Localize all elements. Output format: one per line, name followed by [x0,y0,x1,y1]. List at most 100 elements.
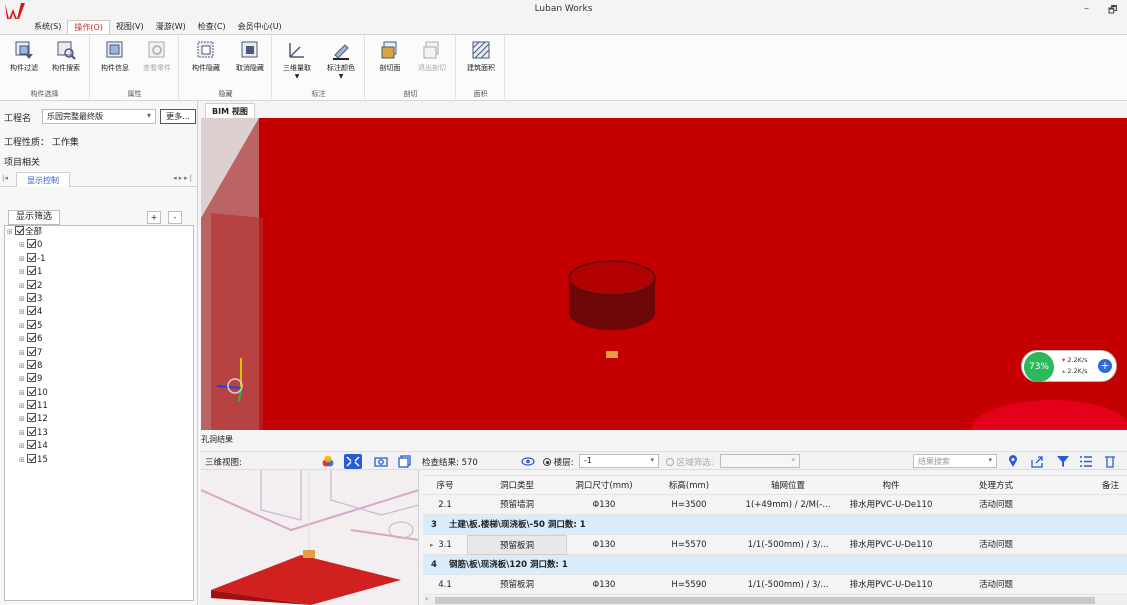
tree-expand-icon[interactable]: ⊞ [19,454,27,467]
region-select[interactable]: ▾ [720,454,800,468]
3d-measure-button[interactable]: 三维量取 ▼ [277,39,317,80]
tree-item-floor[interactable]: ⊞ -1 [5,252,193,266]
header-col-component[interactable]: 构件 [839,476,943,496]
minimize-button[interactable]: – [1084,3,1089,14]
export-icon[interactable] [1030,455,1044,468]
section-plane-button[interactable]: 剖切面 [370,39,410,73]
tree-checkbox[interactable] [27,359,36,369]
cell-note[interactable] [1049,575,1127,595]
tab-bim-view[interactable]: BIM 视图 [205,103,255,119]
tree-checkbox[interactable] [27,279,36,289]
cell-handling[interactable]: 活动问题 [943,535,1049,555]
cell-handling[interactable]: 活动问题 [943,495,1049,515]
cell-axis-position[interactable]: 1/1(-500mm) / 3/... [737,575,839,595]
tree-item-floor[interactable]: ⊞ 2 [5,279,193,293]
tree-checkbox[interactable] [15,226,24,235]
tree-checkbox[interactable] [27,346,36,356]
cell-hole-size[interactable]: Φ130 [567,535,641,555]
tree-expand-icon[interactable]: ⊞ [19,427,27,440]
tab-prev-icon[interactable]: |◂ [2,174,8,182]
tree-checkbox[interactable] [27,306,36,316]
component-info-button[interactable]: 构件信息 [95,39,135,73]
table-row[interactable]: ▸ 3.1 预留板洞 Φ130 H=5570 1/1(-500mm) / 3/... 排水用… [423,535,1127,555]
cell-hole-type[interactable]: 预留板洞 [467,575,567,595]
cell-elevation[interactable]: H=5570 [641,535,737,555]
table-group-row[interactable]: 3 土建\板.楼梯\现浇板\-50 洞口数: 1 [423,515,1127,535]
tree-checkbox[interactable] [27,333,36,343]
tree-item-floor[interactable]: ⊞ 9 [5,373,193,386]
cell-axis-position[interactable]: 1/1(-500mm) / 3/... [737,535,839,555]
cell-component[interactable]: 排水用PVC-U-De110 [839,495,943,515]
tree-expand-icon[interactable]: ⊞ [19,293,27,306]
tree-item-floor[interactable]: ⊞ 12 [5,413,193,426]
tree-expand-icon[interactable]: ⊞ [19,440,27,453]
tree-expand-icon[interactable]: ⊞ [19,266,27,279]
tree-expand-icon[interactable]: ⊞ [19,239,27,252]
header-col-note[interactable]: 备注 [1049,476,1127,496]
menu-check[interactable]: 检查(C) [192,20,232,34]
menu-roam[interactable]: 漫游(W) [150,20,192,34]
eye-icon[interactable] [521,455,535,468]
tree-item-all[interactable]: ⊞ 全部 [5,226,193,239]
tree-expand-icon[interactable]: ⊞ [19,280,27,293]
tree-item-floor[interactable]: ⊞ 3 [5,292,193,306]
tree-checkbox[interactable] [27,373,36,383]
cell-hole-size[interactable]: Φ130 [567,495,641,515]
menu-view[interactable]: 视图(V) [110,20,150,34]
tree-expand-icon[interactable]: ⊞ [19,253,27,266]
tree-expand-icon[interactable]: ⊞ [19,306,27,319]
table-group-row[interactable]: 4 钢筋\板\现浇板\120 洞口数: 1 [423,555,1127,575]
fit-view-icon[interactable] [344,454,362,469]
cell-note[interactable] [1049,535,1127,555]
annotation-color-dropdown-icon[interactable]: ▼ [321,73,361,80]
floor-radio[interactable]: 楼层: [543,456,574,468]
tree-checkbox[interactable] [27,266,36,276]
cell-elevation[interactable]: H=5590 [641,575,737,595]
component-search-button[interactable]: 构件搜索 [46,39,86,73]
network-speed-widget[interactable]: 73% ▾ 2.2K/s ▴ 2.2K/s + [1021,350,1117,382]
network-add-icon[interactable]: + [1098,359,1112,373]
tree-expand-icon[interactable]: ⊞ [19,320,27,333]
cell-axis-position[interactable]: 1(+49mm) / 2/M(-... [737,495,839,515]
cell-hole-size[interactable]: Φ130 [567,575,641,595]
color-palette-icon[interactable] [321,455,335,468]
tab-display-control[interactable]: 显示控制 [16,172,70,187]
component-filter-button[interactable]: 构件过滤 [4,39,44,73]
tree-expand-icon[interactable]: ⊞ [19,347,27,360]
tab-nav-icons[interactable]: ◂▸▸| [173,174,194,182]
tree-expand-icon[interactable]: ⊞ [19,373,27,386]
tree-item-floor[interactable]: ⊞ 0 [5,239,193,252]
collapse-panel-icon[interactable] [1103,455,1117,468]
list-icon[interactable] [1079,455,1093,468]
filter-icon[interactable] [1056,455,1070,468]
cell-note[interactable] [1049,495,1127,515]
cell-elevation[interactable]: H=3500 [641,495,737,515]
menu-operation[interactable]: 操作(O) [67,20,110,34]
tree-item-floor[interactable]: ⊞ 7 [5,346,193,360]
display-filter-button[interactable]: 显示筛选 [8,210,60,225]
tree-item-floor[interactable]: ⊞ 10 [5,386,193,400]
header-col-hole-type[interactable]: 洞口类型 [467,476,567,496]
header-col-hole-size[interactable]: 洞口尺寸(mm) [567,476,641,496]
header-col-no[interactable]: 序号 [423,476,467,496]
tree-expand-icon[interactable]: ⊞ [7,226,15,239]
tree-checkbox[interactable] [27,239,36,249]
cell-component[interactable]: 排水用PVC-U-De110 [839,535,943,555]
cell-no[interactable]: 4.1 [423,575,467,595]
cell-component[interactable]: 排水用PVC-U-De110 [839,575,943,595]
result-search-input[interactable]: 结果搜索 ▾ [913,454,997,468]
building-area-button[interactable]: 建筑面积 [461,39,501,73]
tree-item-floor[interactable]: ⊞ 1 [5,266,193,279]
3d-measure-dropdown-icon[interactable]: ▼ [277,73,317,80]
tree-expand-icon[interactable]: ⊞ [19,360,27,373]
tree-item-floor[interactable]: ⊞ 15 [5,453,193,467]
tree-checkbox[interactable] [27,413,36,423]
tree-expand-icon[interactable]: ⊞ [19,413,27,426]
unhide-button[interactable]: 取消隐藏 [230,39,270,73]
more-button[interactable]: 更多... [160,109,196,124]
menu-member-center[interactable]: 会员中心(U) [232,20,288,34]
cell-hole-type[interactable]: 预留板洞 [467,535,567,555]
table-row[interactable]: 4.1 预留板洞 Φ130 H=5590 1/1(-500mm) / 3/... 排水用P… [423,575,1127,595]
tree-item-floor[interactable]: ⊞ 13 [5,426,193,440]
tree-checkbox[interactable] [27,400,36,410]
